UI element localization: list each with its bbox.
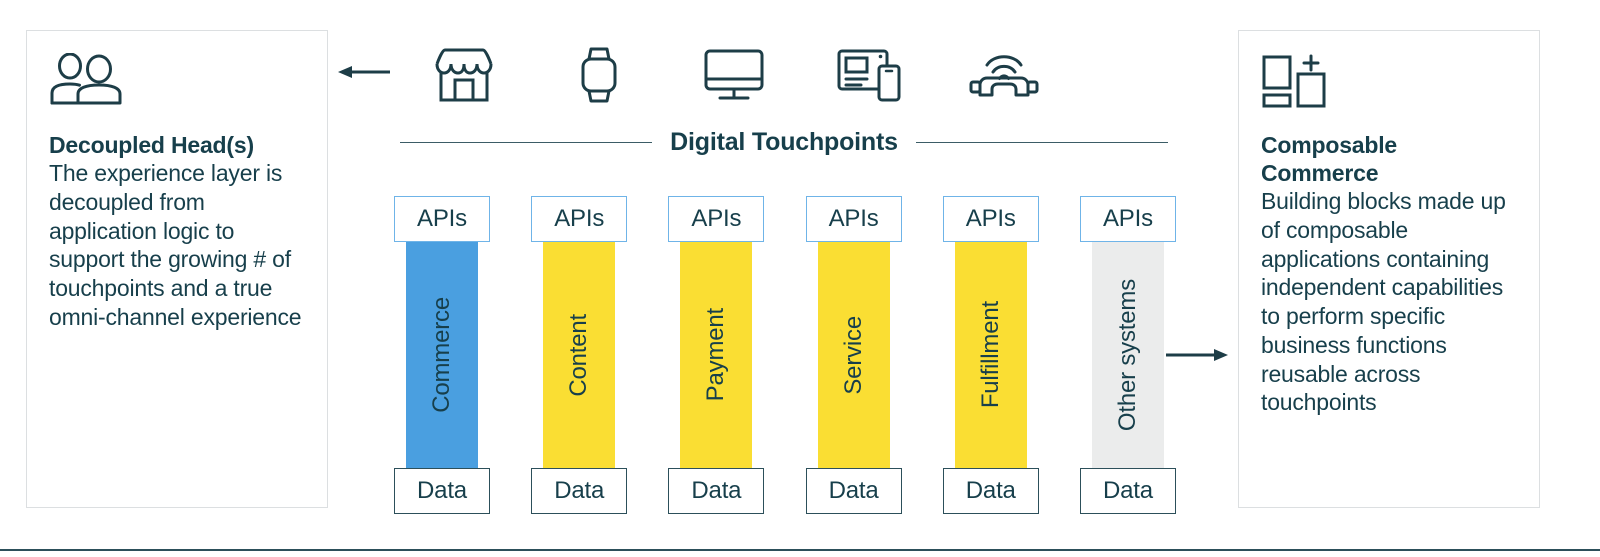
capability-label: Other systems: [1113, 278, 1141, 432]
data-box: Data: [531, 468, 628, 514]
building-blocks-plus-icon: [1261, 53, 1519, 109]
panel-title: Composable Commerce Building blocks made…: [1261, 131, 1519, 417]
architecture-diagram: Digital Touchpoints APIs Commerce Data A…: [336, 0, 1232, 557]
api-box: APIs: [668, 196, 765, 242]
desktop-monitor-icon: [666, 48, 801, 102]
two-people-icon: [49, 52, 307, 109]
column-fulfillment: APIs Fulfillment Data: [942, 196, 1039, 514]
data-box: Data: [1079, 468, 1176, 514]
arrow-left-icon: [338, 66, 390, 78]
composable-commerce-panel: Composable Commerce Building blocks made…: [1238, 30, 1540, 508]
capability-bar: Content: [543, 242, 616, 468]
api-box: APIs: [1079, 196, 1176, 242]
capability-columns: APIs Commerce Data APIs Content Data API…: [394, 196, 1176, 514]
capability-bar: Other systems: [1091, 242, 1164, 468]
column-commerce: APIs Commerce Data: [394, 196, 490, 514]
capability-bar: Fulfillment: [954, 242, 1027, 468]
capability-label: Payment: [702, 308, 730, 402]
api-box: APIs: [394, 196, 490, 242]
capability-label: Commerce: [428, 297, 455, 413]
divider-line-right: [915, 142, 1169, 143]
capability-bar: Commerce: [406, 242, 478, 468]
capability-bar: Payment: [680, 242, 753, 468]
api-box: APIs: [942, 196, 1039, 242]
column-other-systems: APIs Other systems Data: [1079, 196, 1176, 514]
api-box: APIs: [531, 196, 628, 242]
smartwatch-icon: [531, 46, 666, 104]
column-service: APIs Service Data: [805, 196, 902, 514]
capability-label: Service: [839, 315, 867, 395]
digital-touchpoints-label: Digital Touchpoints: [670, 128, 898, 156]
column-payment: APIs Payment Data: [668, 196, 765, 514]
bottom-divider: [0, 549, 1600, 551]
capability-label: Fulfillment: [976, 301, 1004, 409]
digital-touchpoint-icons: [396, 44, 1216, 106]
right-panel-title: Composable Commerce: [1261, 132, 1398, 187]
data-box: Data: [805, 468, 902, 514]
capability-bar: Service: [817, 242, 890, 468]
connected-car-wifi-icon: [936, 47, 1071, 103]
capability-label: Content: [565, 313, 593, 397]
divider-line-left: [400, 142, 653, 143]
right-panel-body: Building blocks made up of composable ap…: [1261, 188, 1506, 416]
api-box: APIs: [805, 196, 902, 242]
tablet-and-mobile-icon: [801, 47, 936, 103]
data-box: Data: [394, 468, 490, 514]
digital-touchpoints-divider: Digital Touchpoints: [400, 128, 1169, 157]
decoupled-heads-panel: Decoupled Head(s) The experience layer i…: [26, 30, 328, 508]
left-panel-title: Decoupled Head(s): [49, 132, 254, 158]
column-content: APIs Content Data: [531, 196, 628, 514]
storefront-icon: [396, 46, 531, 104]
data-box: Data: [942, 468, 1039, 514]
left-panel-body: The experience layer is decoupled from a…: [49, 160, 302, 330]
data-box: Data: [668, 468, 765, 514]
panel-title: Decoupled Head(s) The experience layer i…: [49, 131, 307, 332]
arrow-right-icon: [1166, 349, 1228, 361]
